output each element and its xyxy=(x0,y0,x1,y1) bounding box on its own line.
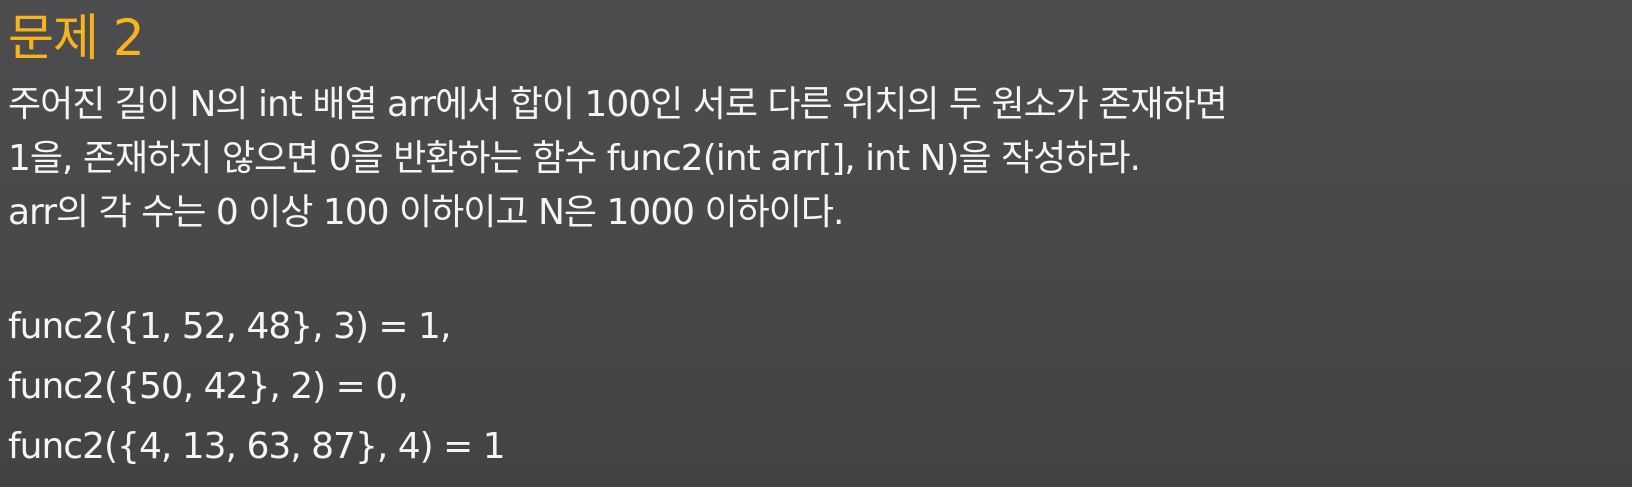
example-line-2: func2({50, 42}, 2) = 0, xyxy=(8,366,409,407)
description-line-2: 1을, 존재하지 않으면 0을 반환하는 함수 func2(int arr[],… xyxy=(8,138,1141,179)
problem-description: 주어진 길이 N의 int 배열 arr에서 합이 100인 서로 다른 위치의… xyxy=(8,78,1228,240)
description-line-3: arr의 각 수는 0 이상 100 이하이고 N은 1000 이하이다. xyxy=(8,192,844,233)
example-list: func2({1, 52, 48}, 3) = 1, func2({50, 42… xyxy=(8,297,506,477)
example-line-1: func2({1, 52, 48}, 3) = 1, xyxy=(8,306,451,347)
description-line-1: 주어진 길이 N의 int 배열 arr에서 합이 100인 서로 다른 위치의… xyxy=(8,84,1228,125)
problem-title: 문제 2 xyxy=(8,9,145,67)
problem-slide: 문제 2 주어진 길이 N의 int 배열 arr에서 합이 100인 서로 다… xyxy=(0,0,1632,487)
example-line-3: func2({4, 13, 63, 87}, 4) = 1 xyxy=(8,426,506,467)
